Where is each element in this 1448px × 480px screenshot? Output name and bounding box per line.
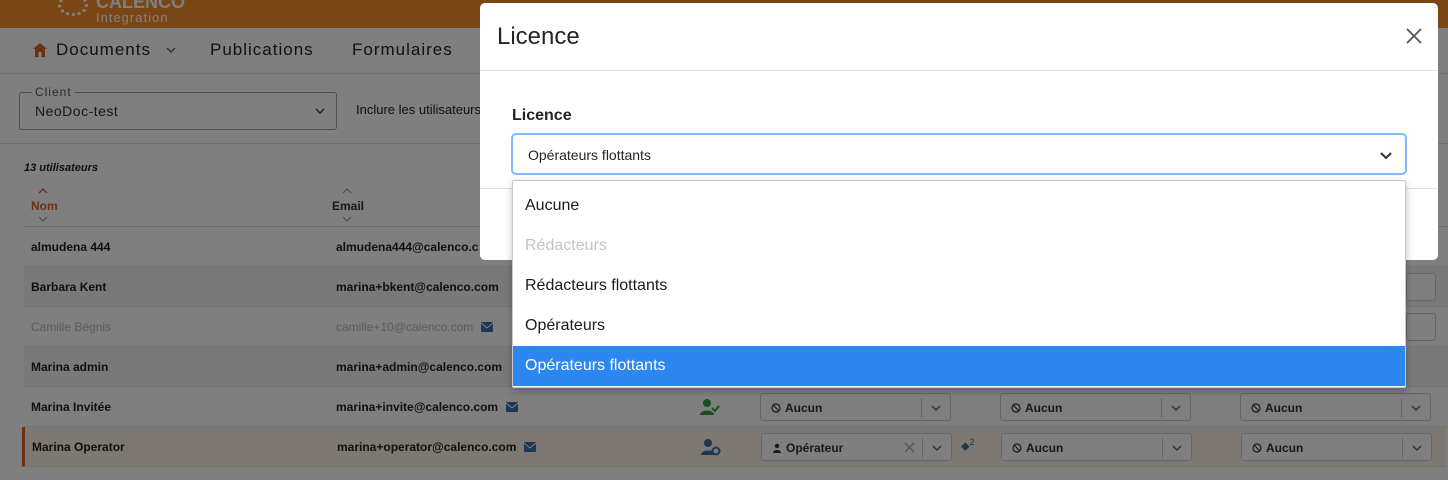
chevron-down-icon	[1380, 152, 1392, 160]
modal-title: Licence	[497, 23, 580, 50]
option-redacteurs-flottants[interactable]: Rédacteurs flottants	[513, 266, 1405, 306]
option-redacteurs: Rédacteurs	[525, 237, 607, 254]
close-icon[interactable]	[1404, 26, 1424, 46]
option-operateurs-flottants[interactable]: Opérateurs flottants	[513, 346, 1405, 386]
licence-select[interactable]: Opérateurs flottants	[512, 134, 1406, 174]
licence-options-list: Aucune Rédacteurs Rédacteurs flottants O…	[512, 180, 1406, 388]
licence-field-label: Licence	[512, 107, 572, 124]
option-operateurs[interactable]: Opérateurs	[513, 306, 1405, 346]
option-aucune[interactable]: Aucune	[513, 186, 1405, 226]
licence-select-value: Opérateurs flottants	[528, 147, 651, 163]
modal-header: Licence	[480, 3, 1438, 71]
